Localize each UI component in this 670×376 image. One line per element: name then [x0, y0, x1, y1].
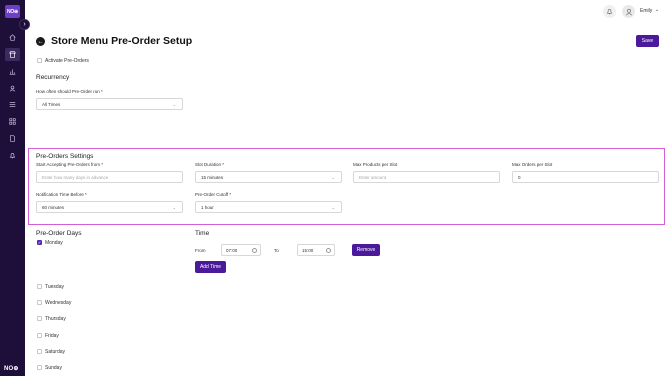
- preorder-settings-section: [28, 148, 665, 225]
- back-arrow-icon: ←: [37, 38, 44, 45]
- day-checkbox-saturday[interactable]: [37, 349, 42, 354]
- activate-preorders-checkbox[interactable]: [37, 58, 42, 63]
- max-products-input[interactable]: Enter amount: [353, 171, 500, 183]
- sidebar: NO⊕ NO⊕: [0, 0, 25, 376]
- user-icon: [9, 85, 16, 92]
- avatar[interactable]: [622, 5, 635, 18]
- bell-icon: [606, 9, 613, 15]
- chevron-down-icon: ⌄: [331, 205, 335, 210]
- save-button[interactable]: Save: [636, 35, 659, 47]
- day-label: Wednesday: [45, 300, 72, 306]
- add-time-button[interactable]: Add Time: [195, 261, 226, 273]
- chevron-down-icon: ⌄: [172, 102, 176, 107]
- nav-notifications[interactable]: [5, 149, 20, 162]
- day-checkbox-wednesday[interactable]: [37, 300, 42, 305]
- chevron-down-icon: ⌄: [331, 175, 335, 180]
- nav-analytics[interactable]: [5, 65, 20, 78]
- day-label: Sunday: [45, 365, 62, 371]
- nav-store[interactable]: [5, 48, 20, 61]
- user-avatar-icon: [625, 8, 632, 15]
- notification-time-label: Notification Time Before *: [36, 192, 87, 197]
- max-products-label: Max Products per Slot: [353, 162, 398, 167]
- from-label: From: [195, 248, 206, 253]
- day-label: Saturday: [45, 349, 66, 355]
- brand-footer-logo: NO⊕: [4, 366, 19, 372]
- slot-duration-label: Slot Duration *: [195, 162, 225, 167]
- nav-documents[interactable]: [5, 132, 20, 145]
- check-icon: ✓: [37, 239, 42, 245]
- day-label: Friday: [45, 333, 59, 339]
- time-title: Time: [195, 230, 210, 237]
- day-checkbox-monday[interactable]: ✓: [37, 240, 42, 245]
- day-label: Monday: [45, 240, 63, 246]
- preorder-cutoff-label: Pre-Order Cutoff *: [195, 192, 232, 197]
- day-checkbox-thursday[interactable]: [37, 316, 42, 321]
- notification-time-select[interactable]: 60 minutes ⌄: [36, 201, 183, 213]
- day-checkbox-friday[interactable]: [37, 333, 42, 338]
- home-icon: [9, 34, 16, 41]
- to-time-input[interactable]: 15:00: [297, 244, 335, 256]
- start-accepting-label: Start Accepting Pre-Orders from *: [36, 162, 104, 167]
- list-icon: [9, 102, 16, 107]
- menu-grid-icon: [9, 118, 16, 125]
- remove-time-button[interactable]: Remove: [352, 244, 380, 256]
- day-label: Tuesday: [45, 284, 64, 290]
- preorder-days-title: Pre-Order Days: [36, 230, 82, 237]
- chevron-right-icon: ›: [23, 21, 26, 28]
- max-orders-label: Max Orders per Slot: [512, 162, 553, 167]
- start-accepting-input[interactable]: Enter how many days in advance: [36, 171, 183, 183]
- preorder-cutoff-select[interactable]: 1 hour ⌄: [195, 201, 342, 213]
- settings-title: Pre-Orders Settings: [36, 153, 94, 160]
- recurrency-label: How often should Pre-Order run *: [36, 89, 103, 94]
- day-label: Thursday: [45, 316, 66, 322]
- back-button[interactable]: ←: [36, 37, 45, 46]
- nav-orders[interactable]: [5, 98, 20, 111]
- from-time-input[interactable]: 07:00: [221, 244, 261, 256]
- nav-menu[interactable]: [5, 115, 20, 128]
- recurrency-title: Recurrency: [36, 74, 70, 81]
- sidebar-collapse-button[interactable]: ›: [19, 19, 30, 30]
- notifications-button[interactable]: [603, 5, 616, 18]
- nav-users[interactable]: [5, 82, 20, 95]
- chevron-down-icon[interactable]: ⌄: [655, 7, 659, 13]
- day-checkbox-tuesday[interactable]: [37, 284, 42, 289]
- store-icon: [9, 51, 16, 58]
- day-checkbox-sunday[interactable]: [37, 365, 42, 370]
- to-label: To: [274, 248, 279, 253]
- clock-icon: [326, 248, 331, 253]
- logo[interactable]: NO⊕: [5, 5, 20, 18]
- activate-preorders-label: Activate Pre-Orders: [45, 58, 89, 64]
- page-title: Store Menu Pre-Order Setup: [51, 35, 193, 47]
- chart-icon: [9, 69, 16, 75]
- chevron-down-icon: ⌄: [172, 205, 176, 210]
- document-icon: [10, 135, 15, 142]
- recurrency-select[interactable]: All Times ⌄: [36, 98, 183, 110]
- user-name[interactable]: Emily: [640, 8, 652, 14]
- max-orders-input[interactable]: 0: [512, 171, 659, 183]
- clock-icon: [252, 248, 257, 253]
- nav-home[interactable]: [5, 31, 20, 44]
- bell-icon: [9, 153, 16, 159]
- slot-duration-select[interactable]: 15 minutes ⌄: [195, 171, 342, 183]
